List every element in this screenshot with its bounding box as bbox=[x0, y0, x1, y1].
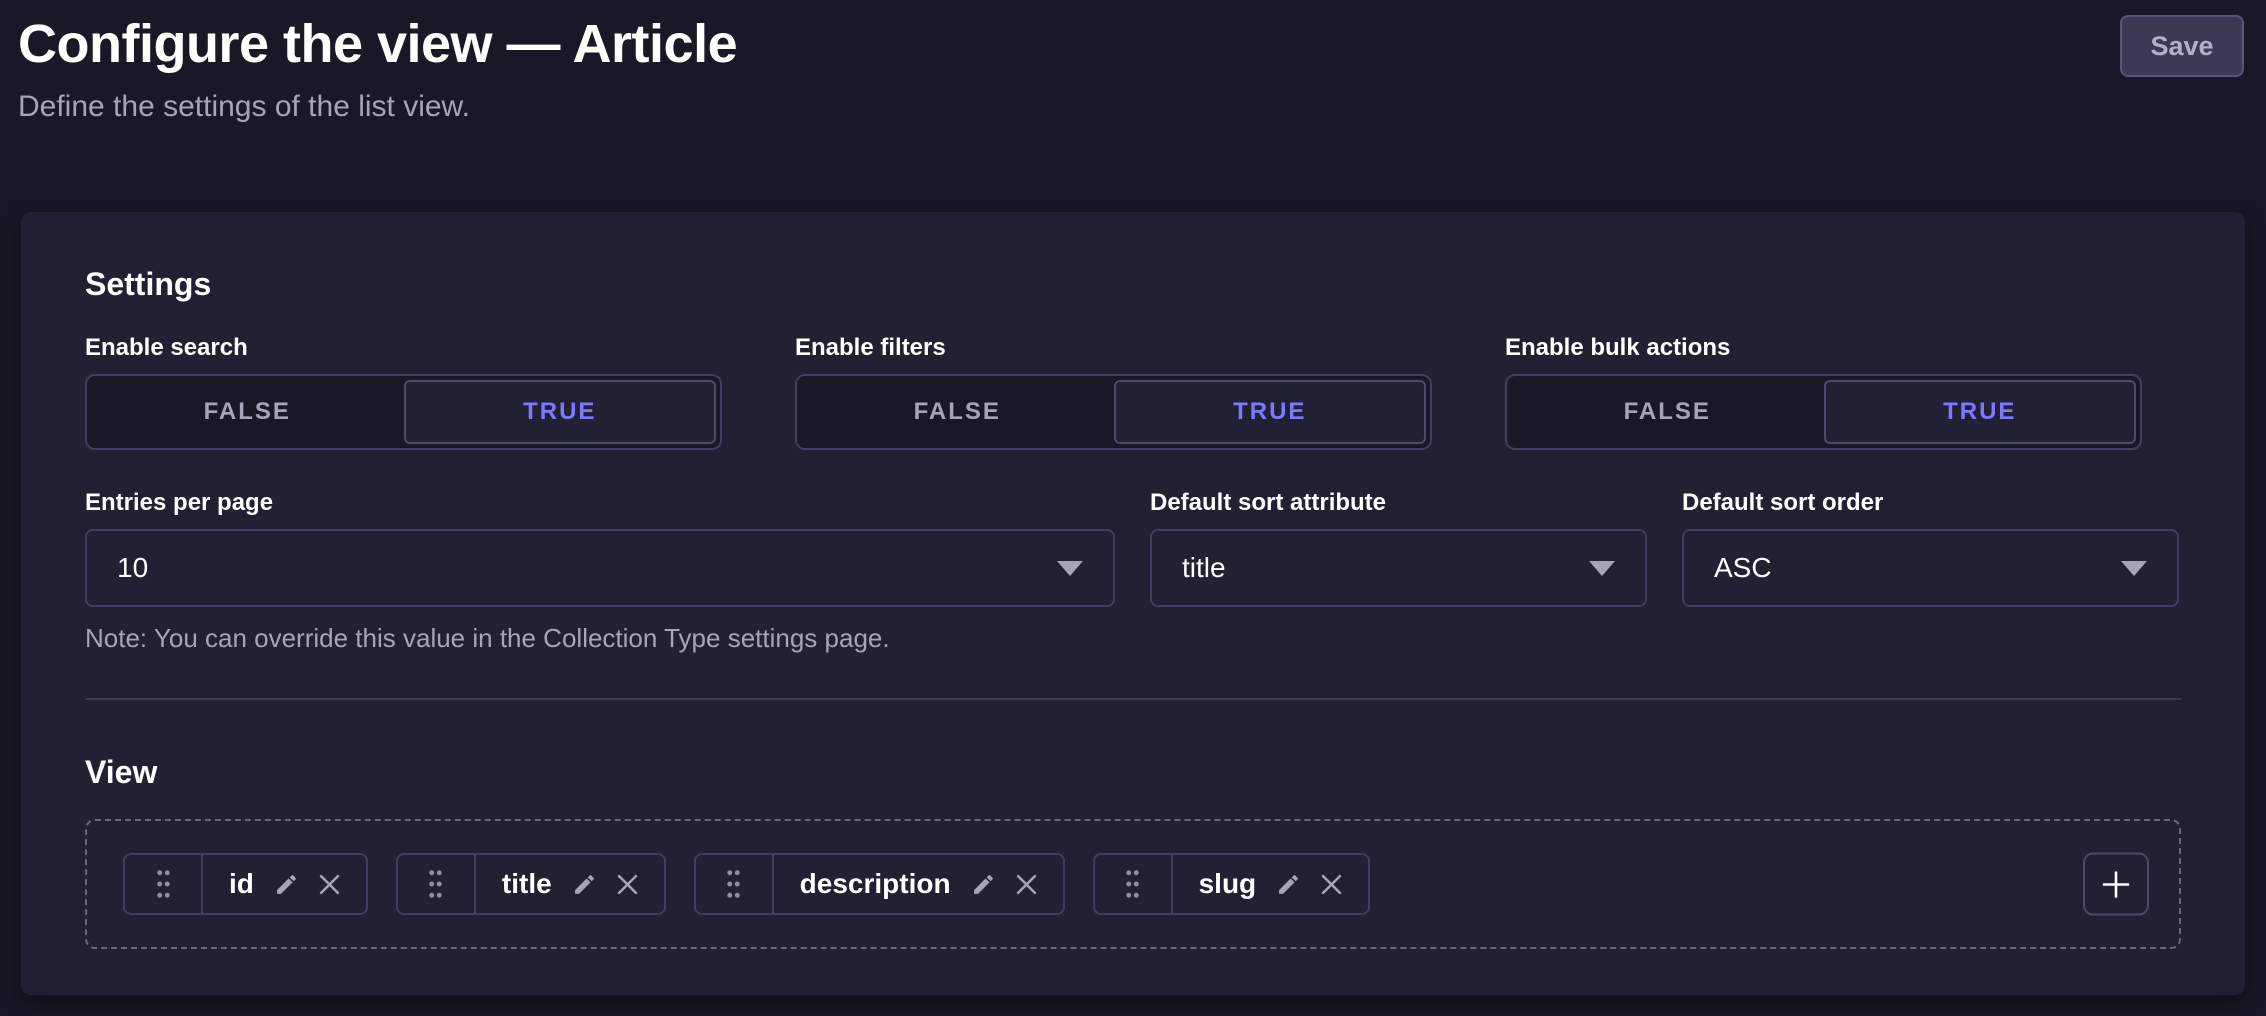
pencil-icon bbox=[274, 872, 299, 897]
field-chip-label: slug bbox=[1199, 868, 1257, 900]
enable-bulk-actions-field: Enable bulk actions FALSE TRUE bbox=[1505, 333, 2142, 450]
default-sort-attribute-field: Default sort attribute title bbox=[1150, 488, 1647, 607]
field-chip-label: description bbox=[800, 868, 951, 900]
enable-filters-false-option[interactable]: FALSE bbox=[801, 380, 1114, 444]
remove-field-button[interactable] bbox=[1321, 874, 1342, 895]
close-icon bbox=[319, 874, 340, 895]
edit-field-button[interactable] bbox=[572, 872, 597, 897]
page-header: Configure the view — Article Define the … bbox=[0, 0, 2266, 212]
remove-field-button[interactable] bbox=[1016, 874, 1037, 895]
enable-search-label: Enable search bbox=[85, 333, 722, 363]
drag-handle[interactable] bbox=[125, 855, 203, 913]
edit-field-button[interactable] bbox=[274, 872, 299, 897]
pencil-icon bbox=[971, 872, 996, 897]
drag-handle-icon bbox=[156, 869, 171, 899]
default-sort-attribute-label: Default sort attribute bbox=[1150, 488, 1647, 518]
toggle-row: Enable search FALSE TRUE Enable filters … bbox=[85, 333, 2181, 450]
default-sort-order-value: ASC bbox=[1714, 552, 1772, 584]
drag-handle-icon bbox=[1125, 869, 1140, 899]
plus-icon bbox=[2100, 868, 2132, 900]
default-sort-order-select[interactable]: ASC bbox=[1682, 529, 2179, 607]
default-sort-order-label: Default sort order bbox=[1682, 488, 2179, 518]
close-icon bbox=[1016, 874, 1037, 895]
entries-per-page-field: Entries per page 10 bbox=[85, 488, 1115, 607]
edit-field-button[interactable] bbox=[971, 872, 996, 897]
enable-search-toggle[interactable]: FALSE TRUE bbox=[85, 374, 722, 450]
remove-field-button[interactable] bbox=[617, 874, 638, 895]
entries-per-page-label: Entries per page bbox=[85, 488, 1115, 518]
entries-per-page-value: 10 bbox=[117, 552, 148, 584]
enable-filters-label: Enable filters bbox=[795, 333, 1432, 363]
remove-field-button[interactable] bbox=[319, 874, 340, 895]
drag-handle[interactable] bbox=[1095, 855, 1173, 913]
drag-handle-icon bbox=[726, 869, 741, 899]
pencil-icon bbox=[572, 872, 597, 897]
enable-filters-true-option[interactable]: TRUE bbox=[1114, 380, 1427, 444]
enable-bulk-actions-label: Enable bulk actions bbox=[1505, 333, 2142, 363]
field-chip-slug[interactable]: slug bbox=[1093, 853, 1371, 915]
field-chip-description[interactable]: description bbox=[694, 853, 1065, 915]
edit-field-button[interactable] bbox=[1276, 872, 1301, 897]
field-chip-title[interactable]: title bbox=[396, 853, 666, 915]
select-row: Entries per page 10 Default sort attribu… bbox=[85, 488, 2181, 607]
settings-card: Settings Enable search FALSE TRUE Enable… bbox=[21, 212, 2245, 995]
caret-down-icon bbox=[2121, 561, 2147, 576]
close-icon bbox=[1321, 874, 1342, 895]
enable-search-true-option[interactable]: TRUE bbox=[404, 380, 717, 444]
enable-bulk-actions-false-option[interactable]: FALSE bbox=[1511, 380, 1824, 444]
field-chip-label: id bbox=[229, 868, 254, 900]
enable-bulk-actions-toggle[interactable]: FALSE TRUE bbox=[1505, 374, 2142, 450]
view-fields-dropzone: id bbox=[85, 819, 2181, 949]
entries-per-page-select[interactable]: 10 bbox=[85, 529, 1115, 607]
section-divider bbox=[85, 698, 2181, 700]
page-title: Configure the view — Article bbox=[18, 12, 2244, 76]
add-field-button[interactable] bbox=[2083, 853, 2149, 916]
view-fields-list: id bbox=[123, 853, 1370, 915]
drag-handle[interactable] bbox=[696, 855, 774, 913]
caret-down-icon bbox=[1589, 561, 1615, 576]
settings-section-heading: Settings bbox=[85, 264, 2181, 304]
close-icon bbox=[617, 874, 638, 895]
page-subtitle: Define the settings of the list view. bbox=[18, 88, 2244, 126]
default-sort-attribute-select[interactable]: title bbox=[1150, 529, 1647, 607]
default-sort-attribute-value: title bbox=[1182, 552, 1226, 584]
caret-down-icon bbox=[1057, 561, 1083, 576]
enable-bulk-actions-true-option[interactable]: TRUE bbox=[1824, 380, 2137, 444]
default-sort-order-field: Default sort order ASC bbox=[1682, 488, 2179, 607]
enable-search-false-option[interactable]: FALSE bbox=[91, 380, 404, 444]
drag-handle-icon bbox=[428, 869, 443, 899]
enable-search-field: Enable search FALSE TRUE bbox=[85, 333, 722, 450]
entries-per-page-note: Note: You can override this value in the… bbox=[85, 621, 2181, 655]
pencil-icon bbox=[1276, 872, 1301, 897]
enable-filters-field: Enable filters FALSE TRUE bbox=[795, 333, 1432, 450]
field-chip-label: title bbox=[502, 868, 552, 900]
view-section-heading: View bbox=[85, 752, 2181, 792]
save-button[interactable]: Save bbox=[2120, 15, 2244, 77]
field-chip-id[interactable]: id bbox=[123, 853, 368, 915]
drag-handle[interactable] bbox=[398, 855, 476, 913]
enable-filters-toggle[interactable]: FALSE TRUE bbox=[795, 374, 1432, 450]
